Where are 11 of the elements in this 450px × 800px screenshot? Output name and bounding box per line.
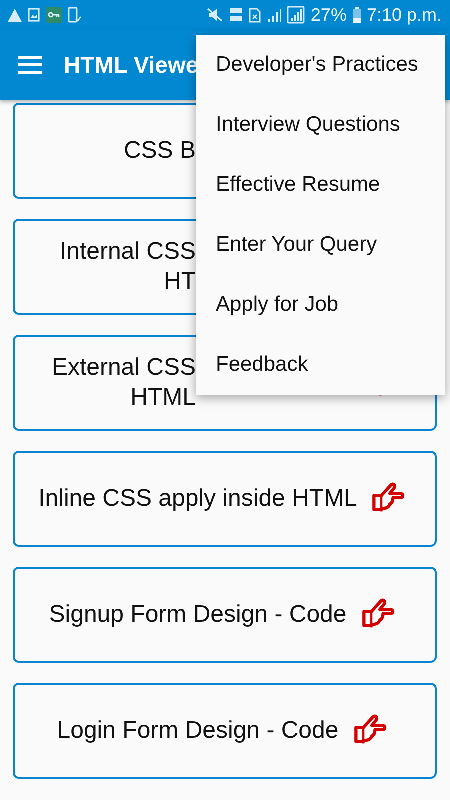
card-title: External CSS — [52, 353, 196, 383]
card-title: Internal CSS — [60, 237, 196, 267]
card-title: Signup Form Design - Code — [49, 600, 347, 630]
clock-time: 7:10 p.m. — [366, 4, 442, 26]
card-title: CSS B — [124, 136, 196, 166]
card-title: HTML — [130, 383, 196, 413]
card-title: Inline CSS apply inside HTML — [38, 484, 358, 514]
battery-level: 27% — [310, 4, 347, 26]
card-title: Login Form Design - Code — [57, 716, 339, 746]
app-title: HTML Viewe — [64, 52, 199, 78]
card-title: HT — [164, 267, 196, 297]
